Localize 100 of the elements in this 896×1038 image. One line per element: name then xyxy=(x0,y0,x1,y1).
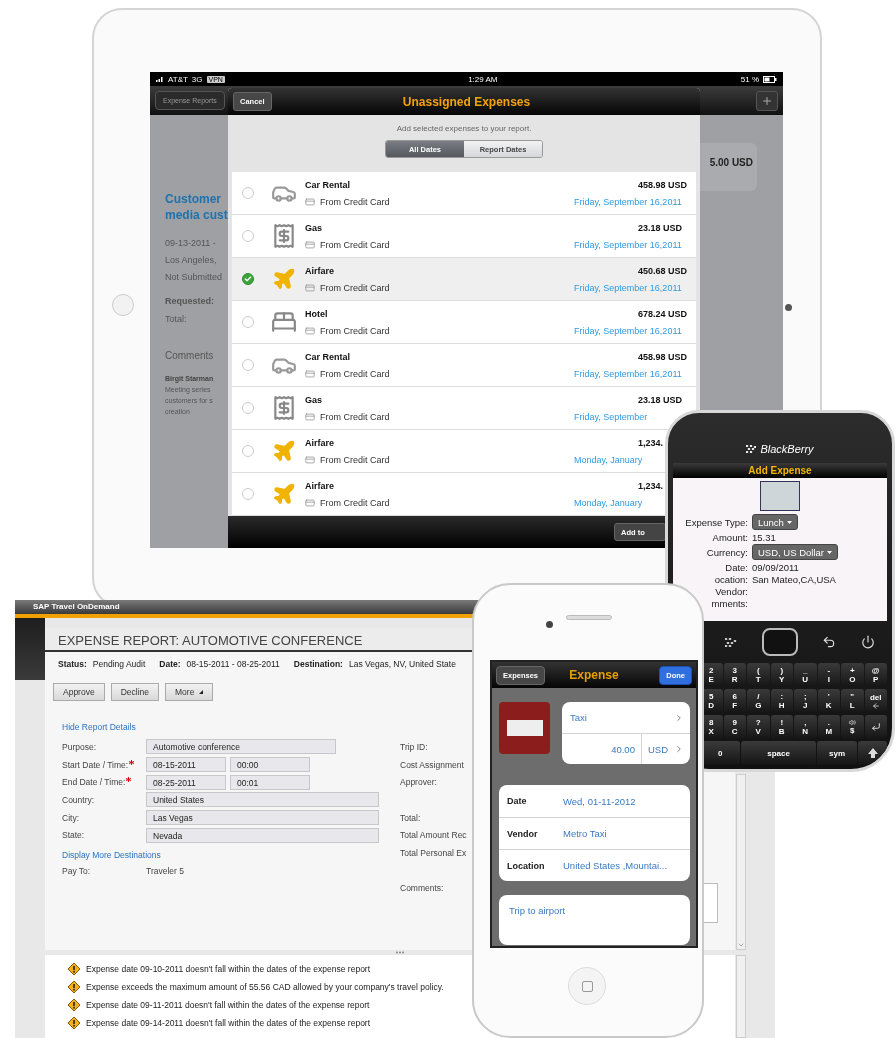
field-value: Traveler 5 xyxy=(146,865,184,876)
keyboard-key[interactable]: del xyxy=(864,689,887,713)
input-field[interactable]: Nevada xyxy=(146,827,379,843)
detail-label: Vendor xyxy=(507,828,539,839)
enter-key[interactable] xyxy=(864,715,887,739)
keyboard-key[interactable]: / G xyxy=(747,689,770,713)
keyboard-key[interactable]: 9 C xyxy=(723,715,746,739)
battery-icon xyxy=(763,75,777,83)
keyboard-key[interactable]: $ xyxy=(841,715,864,739)
action-button[interactable]: Approve xyxy=(53,683,105,701)
speaker-icon xyxy=(848,719,856,726)
back-icon[interactable] xyxy=(822,635,837,649)
speaker-slot xyxy=(566,615,612,620)
input-field[interactable]: 08-15-2011 xyxy=(146,757,226,773)
field-label: Total: xyxy=(400,812,421,823)
radio-button[interactable] xyxy=(242,230,254,242)
field-label: Expense Type: xyxy=(684,516,748,528)
expense-name: Airfare xyxy=(305,437,335,448)
keyboard-key[interactable]: . M xyxy=(817,715,840,739)
input-field[interactable]: Las Vegas xyxy=(146,810,379,826)
detail-value: Metro Taxi xyxy=(563,828,607,839)
expense-name: Gas xyxy=(305,394,323,405)
trackpad[interactable] xyxy=(761,628,798,656)
field-label: Country: xyxy=(62,794,95,805)
note-field[interactable]: Trip to airport xyxy=(499,895,690,945)
radio-button[interactable] xyxy=(242,488,254,500)
signal-icon xyxy=(156,76,164,82)
add-button[interactable] xyxy=(756,90,778,111)
logo-icon xyxy=(746,445,757,453)
dropdown[interactable]: Lunch xyxy=(752,514,798,530)
keyboard-key[interactable]: , N xyxy=(794,715,817,739)
field-label: State: xyxy=(62,830,85,841)
warning-message: Expense exceeds the maximum amount of 55.56 CAD allowed by your company's travel policy. xyxy=(86,982,444,992)
clock-text: 1:29 AM xyxy=(468,74,498,84)
field-label: Approver: xyxy=(400,777,437,788)
keyboard-key[interactable]: ! B xyxy=(770,715,793,739)
input-field[interactable]: Automotive conference xyxy=(146,739,336,755)
expense-date: Friday, September 16,2011 xyxy=(574,325,683,336)
radio-button[interactable] xyxy=(242,402,254,414)
expense-date: Monday, January xyxy=(574,454,644,465)
expense-name: Airfare xyxy=(305,480,335,491)
field-label: Currency: xyxy=(705,546,748,558)
field-label: mments: xyxy=(710,597,748,609)
keyboard-key[interactable]: ? V xyxy=(747,715,770,739)
warning-icon xyxy=(68,1017,80,1029)
expense-source: From Credit Card xyxy=(320,325,390,336)
scrollbar[interactable] xyxy=(736,955,746,1038)
keyboard-key[interactable]: space xyxy=(741,741,816,765)
selected-expense-row[interactable]: Airfare From Credit Card 450.68 USD Friday, September 16,2011 xyxy=(232,258,696,301)
keyboard-key[interactable]: sym xyxy=(817,741,858,765)
end-call-icon[interactable] xyxy=(860,635,875,649)
input-field[interactable]: United States xyxy=(146,792,379,808)
keyboard-key[interactable]: 6 F xyxy=(723,689,746,713)
credit-card-icon xyxy=(305,282,315,293)
caret-icon xyxy=(827,550,832,554)
home-button[interactable] xyxy=(568,967,606,1005)
input-field[interactable]: 08-25-2011 xyxy=(146,774,226,790)
airplane-icon xyxy=(272,439,296,463)
summary-label: Date: xyxy=(159,658,181,670)
summary-label: Status: xyxy=(58,658,87,670)
home-button[interactable] xyxy=(112,294,134,316)
airplane-icon xyxy=(272,267,296,291)
radio-button[interactable] xyxy=(242,273,254,285)
input-field[interactable]: 00:01 xyxy=(230,774,310,790)
field-label: Comments: xyxy=(400,882,444,895)
input-field[interactable]: 00:00 xyxy=(230,757,310,773)
warning-message: Expense date 09-11-2011 doesn't fall within the dates of the expense report xyxy=(86,1000,370,1010)
expense-date: Friday, September 16,2011 xyxy=(574,282,683,293)
expense-type: Taxi xyxy=(570,712,588,723)
details-link[interactable]: Hide Report Details xyxy=(62,722,136,732)
dropdown[interactable]: USD, US Dollar xyxy=(752,544,838,560)
summary-value: Las Vegas, NV, United State xyxy=(348,658,456,670)
scrollbar[interactable] xyxy=(736,774,746,950)
keyboard-key[interactable]: " L xyxy=(841,689,864,713)
type-row[interactable]: Taxi xyxy=(562,702,690,733)
report-detail: Los Angeles, xyxy=(165,254,218,267)
brand-name: BlackBerry xyxy=(760,443,814,455)
action-button[interactable]: More xyxy=(165,683,214,701)
currency-value[interactable]: USD xyxy=(647,743,668,755)
logo-icon xyxy=(725,637,738,647)
destinations-link[interactable]: Display More Destinations xyxy=(62,849,161,860)
shift-key[interactable] xyxy=(858,741,887,765)
expense-amount: 1,234. xyxy=(637,437,665,448)
dialog-prompt: Add selected expenses to your report. xyxy=(396,124,532,133)
keyboard-key[interactable]: ; J xyxy=(794,689,817,713)
radio-button[interactable] xyxy=(242,316,254,328)
report-title: media cust xyxy=(165,207,228,223)
comments-field[interactable] xyxy=(704,882,718,923)
field-label: ocation: xyxy=(713,573,748,585)
radio-button[interactable] xyxy=(242,445,254,457)
radio-button[interactable] xyxy=(242,187,254,199)
warning-message: Expense date 09-10-2011 doesn't fall within the dates of the expense report xyxy=(86,964,371,974)
keyboard-key[interactable]: : H xyxy=(770,689,793,713)
warning-message: Expense date 09-14-2011 doesn't fall within the dates of the expense report xyxy=(86,1018,371,1028)
chevron-icon xyxy=(674,744,684,754)
network-text: 3G xyxy=(191,74,203,84)
keyboard-key[interactable]: ' K xyxy=(817,689,840,713)
field-label: Vendor: xyxy=(714,585,748,597)
radio-button[interactable] xyxy=(242,359,254,371)
action-button[interactable]: Decline xyxy=(110,683,160,701)
